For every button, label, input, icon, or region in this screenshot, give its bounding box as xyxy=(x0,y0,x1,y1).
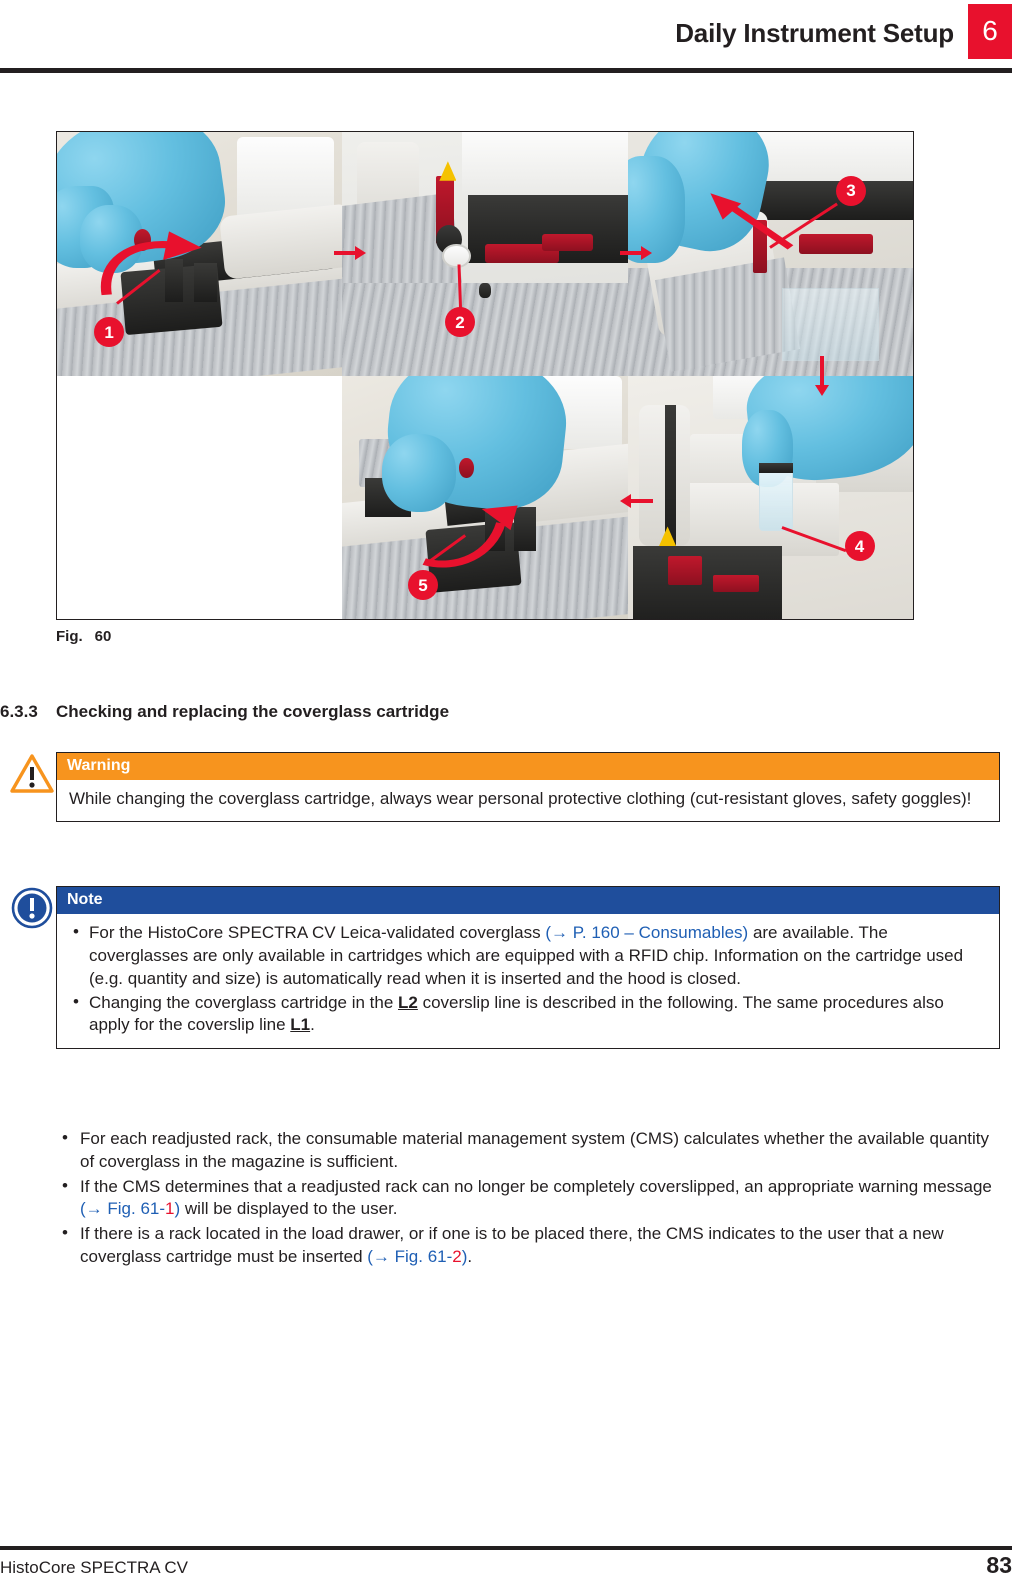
cross-reference-link[interactable]: (→ P. 160 – Consumables) xyxy=(545,923,748,942)
figure-panel-4: 4 xyxy=(627,375,913,619)
photo-panel-4 xyxy=(627,375,913,619)
body-bullet-list: For each readjusted rack, the consumable… xyxy=(56,1127,1000,1271)
page-header: Daily Instrument Setup 6 xyxy=(0,0,1012,78)
footer-product-name: HistoCore SPECTRA CV xyxy=(0,1558,188,1577)
text-run: will be displayed to the user. xyxy=(180,1199,398,1219)
body-list-item: If there is a rack located in the load d… xyxy=(56,1222,1000,1269)
header-divider xyxy=(0,68,1012,73)
figure-caption: Fig. 60 xyxy=(56,628,111,645)
text-run: If the CMS determines that a readjusted … xyxy=(80,1176,992,1196)
figure-panel-1: 1 xyxy=(57,132,343,376)
process-arrow-icon xyxy=(710,192,794,250)
figure-panel-grid: 1 2 3 5 4 xyxy=(57,132,913,619)
text-run: For each readjusted rack, the consumable… xyxy=(80,1129,989,1171)
warning-header: Warning xyxy=(57,753,999,781)
section-heading: 6.3.3 Checking and replacing the covergl… xyxy=(0,702,1012,722)
figure-panel-5: 5 xyxy=(342,375,628,619)
body-list-item: If the CMS determines that a readjusted … xyxy=(56,1175,1000,1222)
note-header: Note xyxy=(57,887,999,915)
text-run: . xyxy=(310,1015,315,1035)
warning-box: Warning While changing the coverglass ca… xyxy=(56,752,1000,823)
warning-body: While changing the coverglass cartridge,… xyxy=(69,789,972,809)
section-number: 6.3.3 xyxy=(0,702,38,721)
note-list-item: Changing the coverglass cartridge in the… xyxy=(69,991,987,1038)
note-list: For the HistoCore SPECTRA CV Leica-valid… xyxy=(69,921,987,1038)
body-list-item: For each readjusted rack, the consumable… xyxy=(56,1127,1000,1174)
text-run: Changing the coverglass cartridge in the xyxy=(89,992,399,1012)
photo-panel-2 xyxy=(342,132,628,376)
header-row: Daily Instrument Setup 6 xyxy=(0,0,1012,62)
note-box: Note For the HistoCore SPECTRA CV Leica-… xyxy=(56,886,1000,1050)
cross-reference-link[interactable]: (→ Fig. 61- xyxy=(80,1199,165,1218)
text-run: If there is a rack located in the load d… xyxy=(80,1224,944,1266)
text-run: L2 xyxy=(398,992,418,1012)
flow-arrow-2-to-3 xyxy=(620,246,653,260)
flow-arrow-3-to-4 xyxy=(815,356,829,396)
chapter-number-badge: 6 xyxy=(968,3,1012,59)
callout-badge-1: 1 xyxy=(94,317,125,348)
callout-badge-4: 4 xyxy=(844,531,875,562)
note-body: For the HistoCore SPECTRA CV Leica-valid… xyxy=(57,914,999,1048)
warning-triangle-icon xyxy=(10,754,54,793)
figure-panel-2: 2 xyxy=(342,132,628,376)
figure-panel-3: 3 xyxy=(627,132,913,376)
cross-reference-link[interactable]: 2 xyxy=(452,1247,461,1266)
flow-arrow-1-to-2 xyxy=(334,246,367,260)
photo-panel-5 xyxy=(342,375,628,619)
figure-panel-empty xyxy=(57,375,343,619)
figure-caption-number: 60 xyxy=(94,628,112,645)
note-list-item: For the HistoCore SPECTRA CV Leica-valid… xyxy=(69,921,987,990)
text-run: L1 xyxy=(290,1015,311,1035)
text-run: For the HistoCore SPECTRA CV Leica-valid… xyxy=(89,923,546,943)
page-title: Daily Instrument Setup xyxy=(675,18,954,48)
figure-60: 1 2 3 5 4 xyxy=(56,131,914,620)
section-title: Checking and replacing the coverglass ca… xyxy=(56,702,450,721)
text-run: . xyxy=(467,1246,473,1266)
photo-panel-3 xyxy=(627,132,913,376)
callout-badge-3: 3 xyxy=(835,175,866,206)
figure-caption-label: Fig. xyxy=(56,628,83,645)
flow-arrow-4-to-5 xyxy=(620,494,653,508)
cross-reference-link[interactable]: 1 xyxy=(165,1199,174,1218)
footer-divider xyxy=(0,1546,1012,1550)
process-arrow-icon xyxy=(100,231,202,295)
process-arrow-icon xyxy=(422,505,518,568)
body-list: For each readjusted rack, the consumable… xyxy=(56,1127,1000,1269)
cross-reference-link[interactable]: (→ Fig. 61- xyxy=(367,1247,452,1266)
footer-page-number: 83 xyxy=(986,1552,1012,1578)
note-exclamation-icon xyxy=(11,887,53,929)
